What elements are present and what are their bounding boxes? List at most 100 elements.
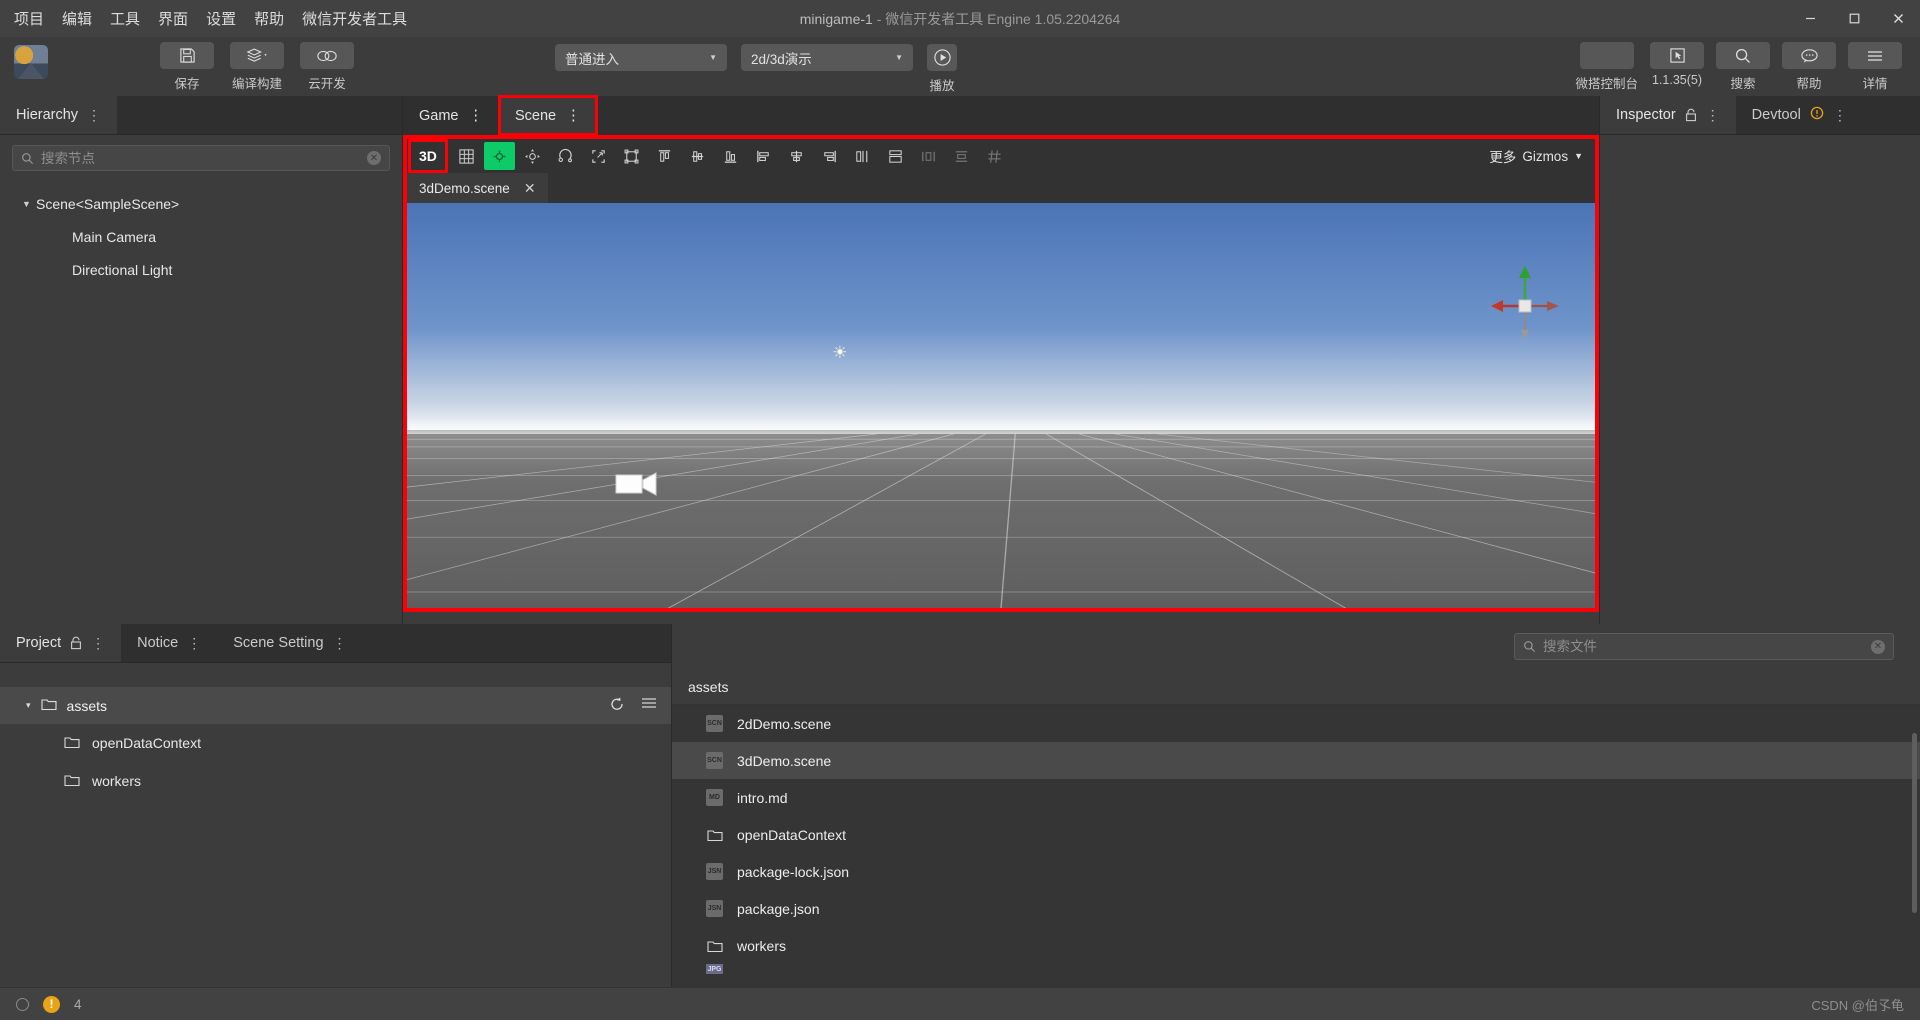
- search-button[interactable]: 搜索: [1716, 42, 1770, 92]
- distribute-h-icon[interactable]: [847, 142, 878, 170]
- rotate-tool-icon[interactable]: [550, 142, 581, 170]
- status-circle-icon[interactable]: [16, 997, 29, 1011]
- file-name: package-lock.json: [737, 863, 850, 880]
- build-button[interactable]: 编译构建: [228, 42, 286, 92]
- align-vcenter-icon[interactable]: [682, 142, 713, 170]
- menu-item-project[interactable]: 项目: [14, 8, 44, 29]
- menu-item-interface[interactable]: 界面: [158, 8, 188, 29]
- tab-project[interactable]: Project ⋮: [0, 624, 122, 662]
- tree-item-scene[interactable]: ▼ Scene<SampleScene>: [0, 187, 402, 220]
- menu-item-help[interactable]: 帮助: [254, 8, 284, 29]
- weda-console-button[interactable]: 微搭控制台: [1575, 42, 1638, 92]
- scene-toolbar: 3D 更多 Gizmos ▼: [407, 139, 1595, 173]
- tree-item-directional-light[interactable]: Directional Light: [0, 253, 402, 286]
- transform-tool-icon[interactable]: [616, 142, 647, 170]
- scene-setting-menu-icon[interactable]: ⋮: [333, 636, 347, 650]
- save-button[interactable]: 保存: [158, 42, 216, 92]
- warning-icon[interactable]: !: [43, 995, 60, 1013]
- tab-devtool[interactable]: Devtool ⋮: [1735, 96, 1863, 134]
- menu-item-tools[interactable]: 工具: [110, 8, 140, 29]
- devtool-menu-icon[interactable]: ⋮: [1833, 108, 1847, 122]
- space-h-icon[interactable]: [913, 142, 944, 170]
- tab-notice[interactable]: Notice ⋮: [121, 624, 218, 662]
- menu-item-wechat-devtools[interactable]: 微信开发者工具: [302, 8, 407, 29]
- file-row[interactable]: JSN package.json: [672, 890, 1920, 927]
- chevron-down-icon[interactable]: ▾: [26, 700, 31, 711]
- play-label: 播放: [929, 79, 955, 93]
- snap-icon[interactable]: [979, 142, 1010, 170]
- assets-root-row[interactable]: ▾ assets: [0, 687, 671, 724]
- scene-menu-icon[interactable]: ⋮: [566, 108, 581, 124]
- clear-icon[interactable]: ✕: [367, 151, 381, 165]
- tab-game[interactable]: Game ⋮: [403, 96, 499, 135]
- grid-icon[interactable]: [451, 142, 482, 170]
- file-row[interactable]: JSN package-lock.json: [672, 853, 1920, 890]
- help-button[interactable]: 帮助: [1782, 42, 1836, 92]
- avatar[interactable]: [14, 45, 48, 79]
- main-camera-gizmo[interactable]: [615, 470, 663, 503]
- rect-tool-icon[interactable]: [583, 142, 614, 170]
- game-menu-icon[interactable]: ⋮: [469, 108, 484, 124]
- file-row[interactable]: MD intro.md: [672, 779, 1920, 816]
- file-row[interactable]: workers: [672, 927, 1920, 964]
- tab-hierarchy[interactable]: Hierarchy ⋮: [0, 96, 118, 134]
- folder-row[interactable]: workers: [0, 762, 671, 800]
- file-row[interactable]: openDataContext: [672, 816, 1920, 853]
- file-list-scrollbar[interactable]: [1912, 733, 1917, 913]
- lock-icon[interactable]: [1685, 108, 1697, 122]
- file-row[interactable]: SCN 2dDemo.scene: [672, 705, 1920, 742]
- menu-item-edit[interactable]: 编辑: [62, 8, 92, 29]
- hierarchy-search[interactable]: ✕: [12, 145, 390, 171]
- version-button[interactable]: 1.1.35(5): [1650, 42, 1704, 92]
- hierarchy-menu-icon[interactable]: ⋮: [87, 108, 101, 122]
- tab-inspector[interactable]: Inspector ⋮: [1600, 96, 1736, 134]
- play-button[interactable]: [927, 44, 957, 71]
- tab-scene-setting[interactable]: Scene Setting ⋮: [217, 624, 363, 662]
- cloud-dev-button[interactable]: 云开发: [298, 42, 356, 92]
- scene-3d-viewport[interactable]: ☀: [407, 203, 1595, 608]
- minimize-button[interactable]: [1788, 0, 1832, 37]
- close-button[interactable]: [1876, 0, 1920, 37]
- json-file-icon: JSN: [706, 863, 723, 880]
- toggle-3d-button[interactable]: 3D: [408, 139, 448, 173]
- scene-select[interactable]: 2d/3d演示 ▼: [741, 44, 913, 71]
- clear-icon[interactable]: ✕: [1871, 639, 1885, 654]
- tree-item-main-camera[interactable]: Main Camera: [0, 220, 402, 253]
- directional-light-gizmo[interactable]: ☀: [832, 344, 847, 361]
- notice-menu-icon[interactable]: ⋮: [187, 636, 201, 650]
- hierarchy-search-input[interactable]: [41, 150, 360, 166]
- align-right-icon[interactable]: [814, 142, 845, 170]
- scale-tool-icon[interactable]: [517, 142, 548, 170]
- tab-scene[interactable]: Scene ⋮: [498, 95, 598, 136]
- file-row-partial[interactable]: JPG: [672, 964, 1920, 974]
- menu-item-settings[interactable]: 设置: [206, 8, 236, 29]
- project-menu-icon[interactable]: ⋮: [91, 636, 105, 650]
- lock-icon[interactable]: [70, 636, 82, 650]
- folder-row[interactable]: openDataContext: [0, 724, 671, 762]
- maximize-button[interactable]: [1832, 0, 1876, 37]
- file-search-input[interactable]: [1543, 639, 1864, 654]
- gizmos-dropdown[interactable]: 更多 Gizmos ▼: [1489, 146, 1595, 166]
- inspector-menu-icon[interactable]: ⋮: [1706, 108, 1720, 122]
- space-v-icon[interactable]: [946, 142, 977, 170]
- window-title-project: minigame-1: [799, 10, 873, 27]
- details-button[interactable]: 详情: [1848, 42, 1902, 92]
- scene-file-tab[interactable]: 3dDemo.scene ✕: [407, 173, 548, 203]
- align-left-icon[interactable]: [748, 142, 779, 170]
- align-top-icon[interactable]: [649, 142, 680, 170]
- tab-scene-label: Scene: [515, 107, 557, 124]
- close-icon[interactable]: ✕: [524, 180, 536, 197]
- align-hcenter-icon[interactable]: [781, 142, 812, 170]
- chevron-down-icon[interactable]: ▼: [22, 199, 36, 209]
- align-bottom-icon[interactable]: [715, 142, 746, 170]
- mode-select[interactable]: 普通进入 ▼: [555, 44, 727, 71]
- scene-tab-bar: Game ⋮ Scene ⋮: [403, 95, 1599, 136]
- file-row[interactable]: SCN 3dDemo.scene: [672, 742, 1920, 779]
- refresh-icon[interactable]: [609, 696, 625, 715]
- menu-icon[interactable]: [641, 696, 657, 715]
- distribute-v-icon[interactable]: [880, 142, 911, 170]
- project-panel-column: Project ⋮ Notice ⋮ Scene Setting ⋮ ▾ ass…: [0, 624, 672, 987]
- file-search[interactable]: ✕: [1514, 633, 1894, 660]
- move-tool-icon[interactable]: [483, 142, 515, 170]
- axis-gizmo[interactable]: [1479, 260, 1571, 352]
